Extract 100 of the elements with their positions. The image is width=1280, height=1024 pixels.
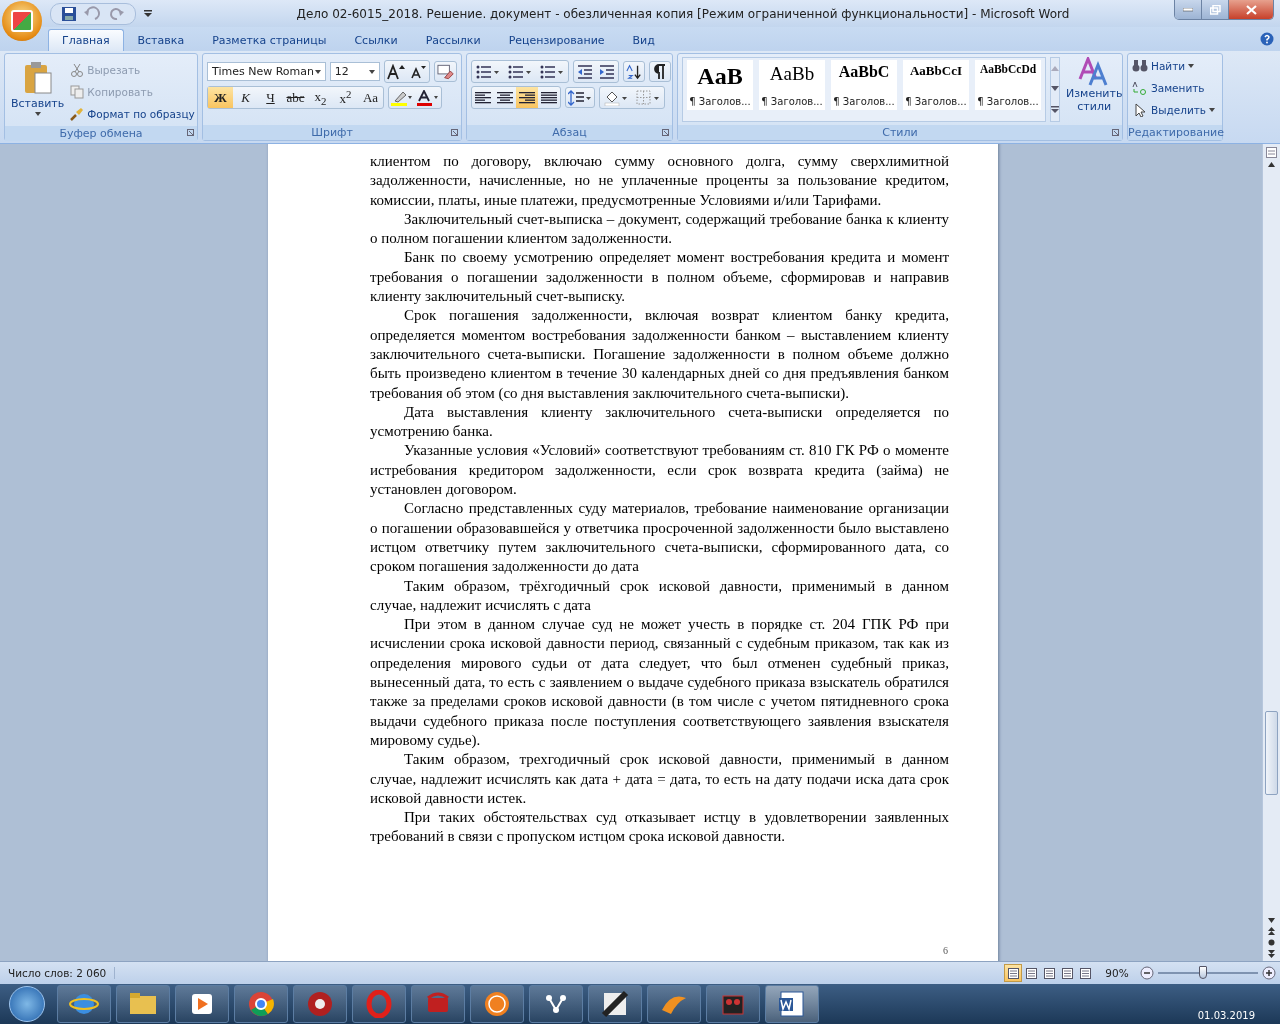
document-paragraph: Заключительный счет-выписка – документ, содержащий требование банка к клиенту о полном погашении клиентом задолженности. [370,209,949,249]
dialog-launcher-icon[interactable] [187,129,194,136]
document-paragraph: Согласно представленных суду материалов, требование наименование организации о погашении образовавшейся у ответчика просроченной задолженности было выставлено истцом ответчику путем заключительного счета-выписки, сформированного дата, со сроком погашения задолженности до дата [370,499,949,577]
zoom-in-icon[interactable] [1262,966,1276,980]
taskbar-button[interactable] [175,985,229,1023]
customize-caret-icon[interactable] [144,9,152,18]
dialog-launcher-icon[interactable] [1112,129,1119,136]
style-item[interactable]: AaB ¶ Заголов... [687,60,753,110]
format-button[interactable]: x$_{2}$ [308,87,333,108]
document-paragraph: Указанные условия «Условий» соответствуют требованиям ст. 810 ГК РФ о моменте истребования кредитором задолженности, если срок возврата кредита (займа) не установлен договором. [370,441,949,500]
style-item[interactable]: AaBbCcI ¶ Заголов... [903,60,969,110]
view-button[interactable] [1004,964,1022,982]
gallery-scrollbar[interactable] [1050,57,1060,122]
taskbar-button[interactable] [470,985,524,1023]
minimize-button[interactable] [1175,0,1202,19]
font-size-field[interactable]: 12 [329,62,380,81]
change-styles-button[interactable]: Изменить стили [1064,57,1125,122]
chrome-icon [246,990,276,1018]
taskbar-button[interactable] [588,985,642,1023]
font-name-field[interactable]: Times New Roman [207,62,326,81]
format-button[interactable]: Ж [208,87,233,108]
office-button[interactable] [2,0,42,41]
taskbar-button[interactable] [765,985,819,1023]
format-button[interactable]: abc [283,87,308,108]
dialog-launcher-icon[interactable] [662,129,669,136]
word-count[interactable]: Число слов: 2 060 [0,967,116,979]
ribbon-tab[interactable]: Главная [48,29,124,51]
next-page-icon[interactable] [1268,950,1275,958]
help-icon[interactable] [1260,32,1274,46]
scroll-thumb[interactable] [1265,711,1278,795]
clock-date[interactable]: 01.03.2019 [1197,1010,1255,1021]
ribbon-tab[interactable]: Вставка [123,29,199,51]
group-label: Буфер обмена [5,126,197,141]
sip-phone-icon [482,990,512,1018]
group-label: Абзац [467,125,672,140]
vertical-scrollbar[interactable] [1262,144,1280,961]
taskbar-button[interactable] [529,985,583,1023]
previous-page-icon[interactable] [1268,927,1275,935]
caret-icon [1209,107,1216,112]
ribbon-tab[interactable]: Ссылки [340,29,412,51]
format-button[interactable]: Aa [358,87,383,108]
disc-icon [305,990,335,1018]
restore-icon [1209,4,1221,15]
group-label: Шрифт [203,125,461,140]
font-color-icon [417,89,439,106]
pointer-icon [1132,102,1148,117]
show-marks-button[interactable] [649,61,671,82]
scroll-down-icon[interactable] [1051,86,1059,91]
editing-button[interactable]: Выделить [1132,100,1218,119]
zoom-slider-thumb[interactable] [1199,966,1207,979]
font-color-button[interactable] [415,87,441,108]
taskbar-button[interactable] [293,985,347,1023]
line-spacing-button[interactable] [565,87,595,108]
clipboard-button[interactable]: Формат по образцу [70,104,195,123]
save-icon[interactable] [61,5,77,22]
sort-button[interactable] [623,61,645,82]
editing-button[interactable]: Найти [1132,56,1218,75]
scroll-down-icon[interactable] [1268,918,1275,923]
document-paragraph: Дата выставления клиенту заключительного счета-выписки определяется по усмотрению банка. [370,402,949,442]
editing-button[interactable]: Заменить [1132,78,1218,97]
dropdown-caret-icon [314,69,321,74]
style-item[interactable]: AaBb ¶ Заголов... [759,60,825,110]
highlighter-icon [391,89,413,106]
document-paragraph: Таким образом, трёхгодичный срок исковой давности, применимый в данном случае, надлежит исчислять с дата [370,576,949,615]
page-view-icon [1007,967,1019,979]
zoom-out-icon[interactable] [1140,966,1154,980]
ribbon-tab[interactable]: Рассылки [411,29,495,51]
page-view-icon [1025,967,1037,979]
clear-formatting-button[interactable] [433,61,457,82]
style-item[interactable]: AaBbCcDd ¶ Заголов... [975,60,1041,110]
line-spacing-icon [568,89,592,106]
align-justify-icon [541,91,557,104]
taskbar-button[interactable] [57,985,111,1023]
format-button[interactable]: x$^{2}$ [333,87,358,108]
format-button[interactable]: Ч [258,87,283,108]
restore-button[interactable] [1202,0,1229,19]
replace-icon [1132,80,1148,95]
ruler-toggle-icon[interactable] [1266,147,1277,158]
zoom-slider[interactable] [1158,966,1258,980]
dialog-launcher-icon[interactable] [451,129,458,136]
taskbar-button[interactable] [234,985,288,1023]
paste-button[interactable]: Вставить [9,57,67,123]
grow-font-icon [386,63,405,80]
bullets-icon [476,64,500,79]
align-left-icon [475,91,491,104]
decrease-indent-icon [577,64,593,79]
scroll-up-icon[interactable] [1268,162,1275,167]
style-item[interactable]: AaBbC ¶ Заголов... [831,60,897,110]
browse-object-icon[interactable] [1268,939,1275,946]
ribbon-tab[interactable]: Рецензирование [494,29,619,51]
close-icon [1245,4,1257,15]
close-button[interactable] [1229,0,1273,19]
opera-icon [364,990,394,1018]
taskbar-button[interactable] [116,985,170,1023]
ribbon-tab[interactable]: Вид [618,29,669,51]
alignment-button[interactable] [516,87,538,108]
more-icon[interactable] [1051,106,1059,114]
zoom-level[interactable]: 90% [1098,967,1136,979]
ribbon-tab[interactable]: Разметка страницы [198,29,341,51]
format-button[interactable]: К [233,87,258,108]
